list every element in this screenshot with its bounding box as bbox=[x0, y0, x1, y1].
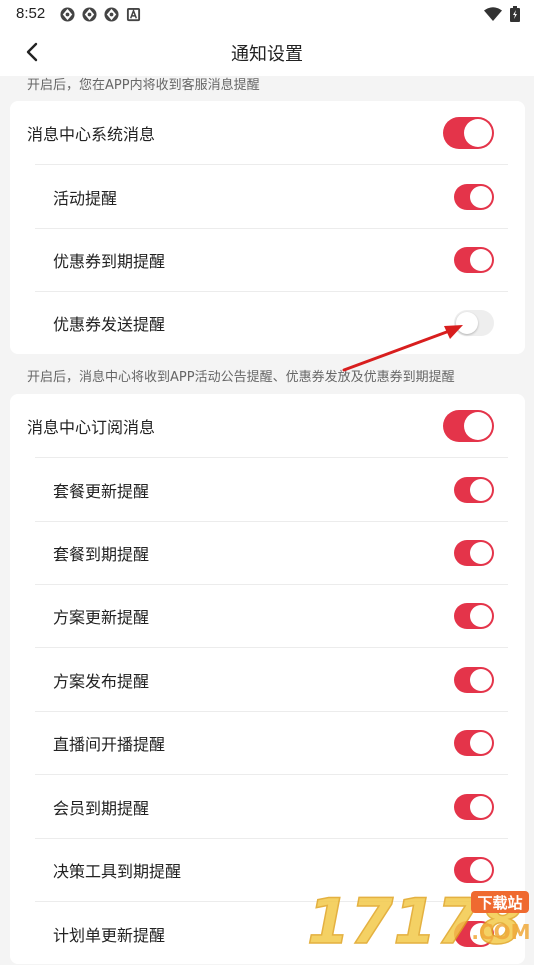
svg-text:.COM: .COM bbox=[471, 920, 530, 944]
toggle-knob bbox=[470, 669, 492, 691]
setting-row: 套餐更新提醒 bbox=[10, 458, 525, 521]
subscription-message-card: 消息中心订阅消息 套餐更新提醒 套餐到期提醒 方案更新提醒 方案发布提醒 直播间… bbox=[10, 394, 525, 964]
setting-label: 计划单更新提醒 bbox=[53, 926, 166, 945]
setting-row: 套餐到期提醒 bbox=[10, 521, 525, 584]
setting-row: 活动提醒 bbox=[10, 165, 525, 228]
toggle-knob bbox=[470, 605, 492, 627]
toggle-switch[interactable] bbox=[454, 184, 494, 210]
toggle-switch[interactable] bbox=[443, 410, 494, 442]
toggle-knob bbox=[464, 412, 492, 440]
setting-row: 方案更新提醒 bbox=[10, 584, 525, 647]
setting-row: 直播间开播提醒 bbox=[10, 711, 525, 774]
system-message-card: 消息中心系统消息 活动提醒 优惠券到期提醒 优惠券发送提醒 bbox=[10, 101, 525, 354]
app-icon bbox=[104, 7, 119, 22]
app-icon bbox=[60, 7, 75, 22]
setting-row: 消息中心系统消息 bbox=[10, 101, 525, 164]
setting-row: 优惠券到期提醒 bbox=[10, 228, 525, 291]
toggle-knob bbox=[470, 796, 492, 818]
toggle-knob bbox=[464, 119, 492, 147]
setting-label: 优惠券发送提醒 bbox=[53, 315, 166, 334]
toggle-knob bbox=[470, 249, 492, 271]
system-icons bbox=[484, 6, 520, 22]
setting-label: 方案发布提醒 bbox=[53, 672, 150, 691]
nav-bar: 通知设置 bbox=[0, 28, 534, 76]
setting-label: 套餐更新提醒 bbox=[53, 482, 150, 501]
setting-label: 会员到期提醒 bbox=[53, 799, 150, 818]
setting-label: 决策工具到期提醒 bbox=[53, 862, 182, 881]
toggle-knob bbox=[470, 542, 492, 564]
toggle-knob bbox=[470, 859, 492, 881]
setting-label: 直播间开播提醒 bbox=[53, 735, 166, 754]
wifi-icon bbox=[484, 6, 502, 21]
app-icon bbox=[82, 7, 97, 22]
setting-label: 消息中心系统消息 bbox=[27, 125, 156, 144]
annotation-arrow-icon bbox=[342, 325, 463, 372]
setting-row: 消息中心订阅消息 bbox=[10, 394, 525, 457]
setting-label: 套餐到期提醒 bbox=[53, 545, 150, 564]
setting-label: 活动提醒 bbox=[53, 189, 118, 208]
status-time: 8:52 bbox=[16, 5, 46, 22]
setting-row: 方案发布提醒 bbox=[10, 648, 525, 711]
toggle-switch[interactable] bbox=[454, 667, 494, 693]
toggle-knob bbox=[470, 732, 492, 754]
page-title: 通知设置 bbox=[231, 44, 303, 65]
setting-label: 方案更新提醒 bbox=[53, 608, 150, 627]
toggle-knob bbox=[470, 186, 492, 208]
setting-label: 消息中心订阅消息 bbox=[27, 418, 156, 437]
setting-row: 会员到期提醒 bbox=[10, 775, 525, 838]
toggle-switch[interactable] bbox=[454, 603, 494, 629]
toggle-switch[interactable] bbox=[454, 794, 494, 820]
toggle-switch[interactable] bbox=[454, 477, 494, 503]
setting-label: 优惠券到期提醒 bbox=[53, 252, 166, 271]
status-bar: 8:52 bbox=[0, 0, 534, 28]
toggle-knob bbox=[470, 479, 492, 501]
battery-icon bbox=[510, 6, 520, 22]
toggle-switch[interactable] bbox=[454, 857, 494, 883]
svg-text:下载站: 下载站 bbox=[477, 894, 522, 912]
section1-hint: 开启后，您在APP内将收到客服消息提醒 bbox=[27, 78, 260, 93]
watermark-logo: 17178 下载站 .COM bbox=[306, 885, 530, 950]
toggle-switch[interactable] bbox=[443, 117, 494, 149]
toggle-switch[interactable] bbox=[454, 730, 494, 756]
toggle-switch[interactable] bbox=[454, 540, 494, 566]
notification-icons bbox=[60, 7, 141, 22]
toggle-switch[interactable] bbox=[454, 247, 494, 273]
a-icon bbox=[126, 7, 141, 22]
